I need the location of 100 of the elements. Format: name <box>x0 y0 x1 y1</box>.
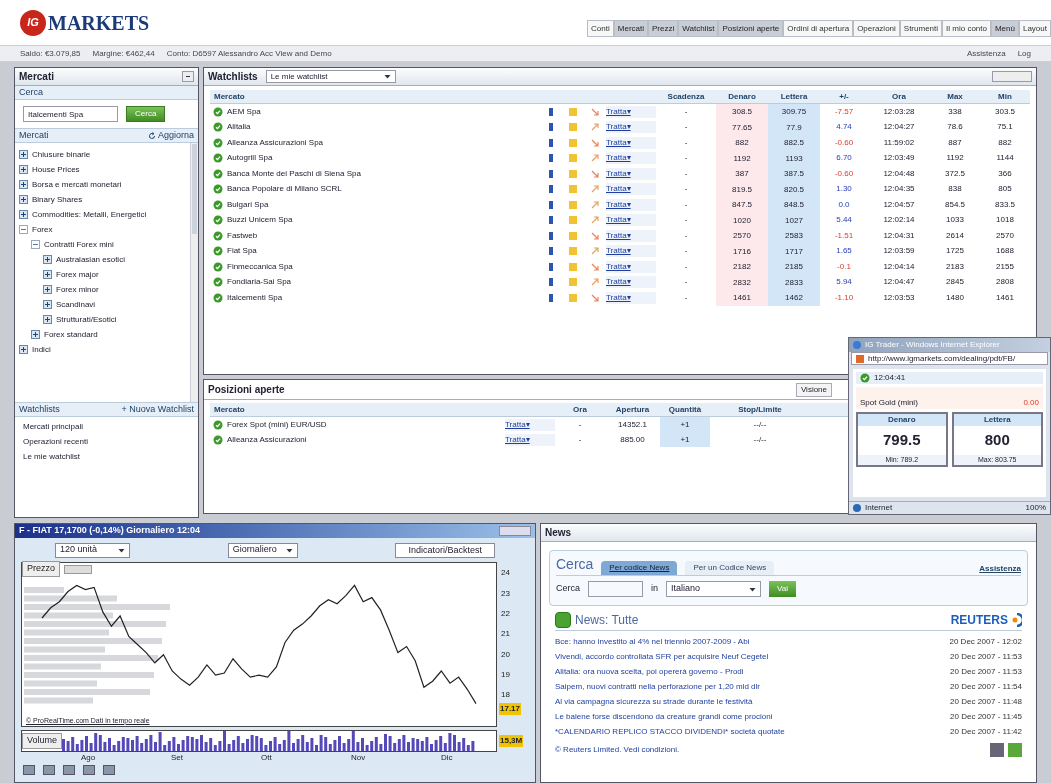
tree-item[interactable]: Binary Shares <box>32 193 83 206</box>
bid-cell[interactable]: 387 <box>716 166 768 182</box>
indicators-button[interactable]: Indicatori/Backtest <box>395 542 495 558</box>
bid-cell[interactable]: 2570 <box>716 228 768 244</box>
collapse-icon[interactable] <box>19 225 28 234</box>
nav-tab[interactable]: Layout <box>1018 20 1051 37</box>
trade-link[interactable]: Tratta▾ <box>606 136 656 149</box>
column-header[interactable]: Ora <box>555 403 605 416</box>
refresh-icon[interactable] <box>147 131 156 140</box>
tree-item[interactable]: Scandinavi <box>56 298 96 311</box>
news-headline-link[interactable]: Bce: hanno investito al 4% nel triennio 2007-2009 - Abi <box>555 635 750 648</box>
market-name[interactable]: Alitalia <box>227 121 251 134</box>
bid-cell[interactable]: 847.5 <box>716 197 768 213</box>
caret-icon[interactable] <box>285 546 293 554</box>
nav-tab[interactable]: Conti <box>587 20 614 37</box>
trade-link[interactable]: Tratta▾ <box>606 198 656 211</box>
market-name[interactable]: Alleanza Assicurazioni Spa <box>227 136 324 149</box>
market-name[interactable]: Italcementi Spa <box>227 291 283 304</box>
language-select[interactable]: Italiano <box>666 581 762 597</box>
tree-item[interactable]: Commodities: Metalli, Energetici <box>32 208 147 221</box>
caret-icon[interactable] <box>749 585 757 593</box>
column-header[interactable]: Ora <box>868 90 930 103</box>
tree-item[interactable]: Forex <box>32 223 53 236</box>
tree-item[interactable]: Chiusure binarie <box>32 148 91 161</box>
help-link[interactable]: Assistenza <box>979 563 1021 575</box>
expand-icon[interactable] <box>19 180 28 189</box>
offer-cell[interactable]: 309.75 <box>768 104 820 120</box>
news-headline-link[interactable]: Alitalia: ora nuova scelta, poi opererà governo - Prodi <box>555 665 744 678</box>
market-name[interactable]: Fondiaria-Sai Spa <box>227 276 292 289</box>
new-watchlist-link[interactable]: + Nuova Watchlist <box>121 402 194 417</box>
trade-link[interactable]: Tratta▾ <box>606 105 656 118</box>
offer-cell[interactable]: 2185 <box>768 259 820 275</box>
news-headline-link[interactable]: Al via campagna sicurezza su strade durante le festività <box>555 695 753 708</box>
trade-link[interactable]: Tratta▾ <box>606 276 656 289</box>
watchlist-item[interactable]: Mercati principali <box>23 421 190 433</box>
market-name[interactable]: Bulgari Spa <box>227 198 269 211</box>
market-name[interactable]: Fastweb <box>227 229 258 242</box>
trade-link[interactable]: Tratta▾ <box>606 167 656 180</box>
nav-tab[interactable]: Strumenti <box>899 20 943 37</box>
minimize-icon[interactable] <box>182 71 194 82</box>
column-header[interactable]: Max <box>930 90 980 103</box>
watchlist-item[interactable]: Operazioni recenti <box>23 436 190 448</box>
trade-link[interactable]: Tratta▾ <box>606 245 656 258</box>
tree-item[interactable]: Forex minor <box>56 283 99 296</box>
news-headline-link[interactable]: Le balene forse discendono da creature grandi come procioni <box>555 710 773 723</box>
expand-icon[interactable] <box>19 195 28 204</box>
bid-cell[interactable]: 2182 <box>716 259 768 275</box>
header-link[interactable]: Log <box>1017 47 1031 60</box>
copyright-link[interactable]: © Reuters Limited. Vedi condizioni. <box>555 744 680 756</box>
trade-link[interactable]: Tratta▾ <box>606 260 656 273</box>
search-tab[interactable]: Per codice News <box>601 561 678 575</box>
nav-tab[interactable]: Watchlist <box>678 20 719 37</box>
column-header[interactable]: Stop/Limite <box>710 403 810 416</box>
market-name[interactable]: Finmeccanica Spa <box>227 260 293 273</box>
tree-item[interactable]: Forex major <box>56 268 99 281</box>
expand-icon[interactable] <box>19 150 28 159</box>
collapse-icon[interactable] <box>31 240 40 249</box>
trade-link[interactable]: Tratta▾ <box>505 433 555 446</box>
nav-tab[interactable]: Menù <box>990 20 1019 37</box>
market-name[interactable]: Autogrill Spa <box>227 152 273 165</box>
column-header[interactable]: Mercato <box>210 403 505 416</box>
expand-icon[interactable] <box>43 315 52 324</box>
expand-icon[interactable] <box>43 285 52 294</box>
column-header[interactable]: Quantità <box>660 403 710 416</box>
market-name[interactable]: Alleanza Assicurazioni <box>227 433 307 446</box>
expand-icon[interactable] <box>43 270 52 279</box>
column-header[interactable]: Lettera <box>768 90 820 103</box>
bid-cell[interactable]: 308.5 <box>716 104 768 120</box>
expand-icon[interactable] <box>19 165 28 174</box>
market-name[interactable]: Forex Spot (mini) EUR/USD <box>227 418 327 431</box>
tree-item[interactable]: House Prices <box>32 163 80 176</box>
search-tab[interactable]: Per un Codice News <box>685 561 775 575</box>
header-link[interactable]: Assistenza <box>966 47 1006 60</box>
market-name[interactable]: Fiat Spa <box>227 245 257 258</box>
scrollbar[interactable] <box>190 143 198 402</box>
column-header[interactable]: Apertura <box>605 403 660 416</box>
tree-item[interactable]: Indici <box>32 343 51 356</box>
expand-icon[interactable] <box>43 255 52 264</box>
offer-cell[interactable]: 882.5 <box>768 135 820 151</box>
nav-tab[interactable]: Ordini di apertura <box>783 20 854 37</box>
zoom-text[interactable]: 100% <box>1025 502 1046 514</box>
watchlist-item[interactable]: Le mie watchlist <box>23 451 190 463</box>
tree-item[interactable]: Contratti Forex mini <box>44 238 114 251</box>
news-headline-link[interactable]: Vivendi, accordo controllata SFR per acquisire Neuf Cegetel <box>555 650 769 663</box>
caret-icon[interactable] <box>118 546 125 554</box>
offer-cell[interactable]: 1462 <box>768 290 820 306</box>
nav-tab[interactable]: Operazioni <box>853 20 900 37</box>
trade-link[interactable]: Tratta▾ <box>606 291 656 304</box>
trade-link[interactable]: Tratta▾ <box>606 183 656 196</box>
trade-link[interactable]: Tratta▾ <box>606 229 656 242</box>
nav-tab[interactable]: Mercati <box>613 20 648 37</box>
expand-icon[interactable] <box>19 210 28 219</box>
tree-item[interactable]: Forex standard <box>44 328 98 341</box>
news-headline-link[interactable]: *CALENDARIO REPLICO STACCO DIVIDENDI* società quotate <box>555 725 785 738</box>
search-field[interactable] <box>588 581 643 597</box>
market-name[interactable]: AEM Spa <box>227 105 261 118</box>
expand-icon[interactable] <box>19 345 28 354</box>
period-select[interactable]: 120 unità <box>55 542 130 558</box>
caret-icon[interactable] <box>383 73 391 80</box>
tree-item[interactable]: Strutturati/Esotici <box>56 313 117 326</box>
